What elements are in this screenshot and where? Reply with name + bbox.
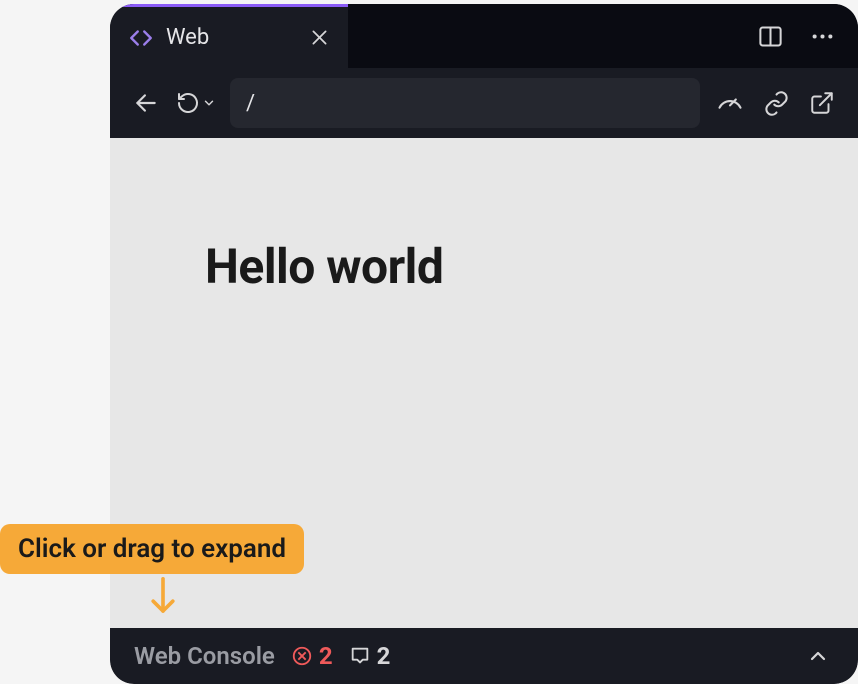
back-button[interactable] — [130, 87, 162, 119]
close-tab-button[interactable] — [309, 27, 330, 48]
error-badge[interactable]: 2 — [291, 642, 333, 670]
message-icon — [349, 645, 371, 667]
chevron-down-icon — [202, 96, 216, 110]
chevron-up-icon — [806, 644, 830, 668]
address-bar[interactable]: / — [230, 78, 700, 128]
performance-icon[interactable] — [714, 87, 746, 119]
code-icon — [128, 25, 154, 51]
message-badge[interactable]: 2 — [349, 642, 391, 670]
console-label: Web Console — [134, 642, 275, 670]
browser-window: Web / — [110, 4, 858, 684]
callout-text: Click or drag to expand — [18, 534, 286, 564]
address-bar-value: / — [246, 91, 255, 116]
toolbar: / — [110, 68, 858, 138]
active-tab[interactable]: Web — [110, 4, 348, 68]
tab-bar-actions — [348, 4, 858, 68]
tab-bar: Web — [110, 4, 858, 68]
more-menu-icon[interactable] — [806, 20, 838, 52]
message-count: 2 — [377, 642, 391, 670]
error-count: 2 — [319, 642, 333, 670]
instruction-callout: Click or drag to expand — [0, 524, 304, 574]
error-icon — [291, 645, 313, 667]
split-panel-icon[interactable] — [754, 20, 786, 52]
web-console-bar[interactable]: Web Console 2 2 — [110, 628, 858, 684]
callout-arrow-icon — [146, 576, 180, 622]
page-heading: Hello world — [205, 238, 763, 295]
reload-button[interactable] — [176, 87, 216, 119]
tab-title: Web — [166, 25, 297, 50]
expand-console-button[interactable] — [802, 640, 834, 672]
open-external-icon[interactable] — [806, 87, 838, 119]
link-icon[interactable] — [760, 87, 792, 119]
